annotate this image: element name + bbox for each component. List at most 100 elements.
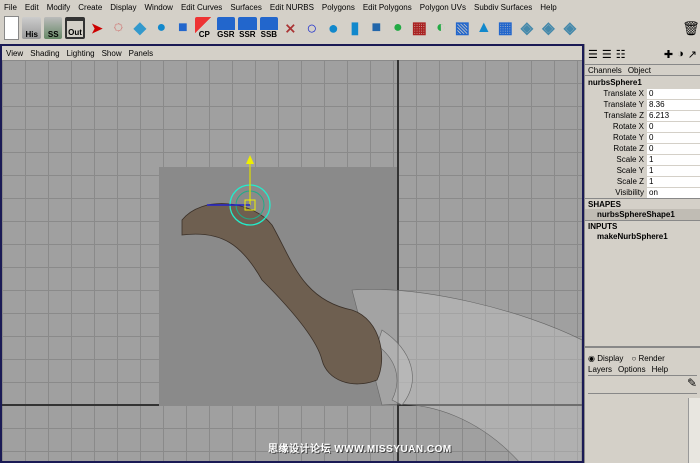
attribute-row[interactable]: Translate X0: [585, 88, 700, 99]
extrude-icon[interactable]: ▲: [475, 17, 494, 39]
curve-tool-icon[interactable]: ⨯: [281, 17, 300, 39]
viewport-menu-lighting[interactable]: Lighting: [67, 49, 95, 58]
menu-display[interactable]: Display: [110, 3, 136, 12]
subdiv-proxy-icon[interactable]: ◈: [539, 17, 558, 39]
menu-surfaces[interactable]: Surfaces: [230, 3, 262, 12]
smooth-icon[interactable]: ◈: [518, 17, 537, 39]
boolean-icon[interactable]: ●: [389, 17, 408, 39]
main-menubar: File Edit Modify Create Display Window E…: [0, 0, 700, 14]
attribute-row[interactable]: Rotate Y0: [585, 132, 700, 143]
attribute-label: Translate Y: [603, 100, 644, 109]
combine-icon[interactable]: ◐: [432, 17, 451, 39]
rotate-tool-icon[interactable]: ●: [152, 17, 171, 39]
attribute-row[interactable]: Visibility on: [585, 187, 700, 198]
perspective-viewport[interactable]: View Shading Lighting Show Panels: [0, 44, 584, 463]
attribute-list: Translate X0 Translate Y 8.36 Translate Z…: [585, 88, 700, 198]
channel-box-layout-icon[interactable]: ☰: [588, 48, 598, 61]
move-tool-icon[interactable]: ◆: [131, 17, 150, 39]
display-radio[interactable]: ◉ Display: [588, 354, 623, 363]
pick-icon[interactable]: ↗: [688, 48, 700, 61]
inputs-header: INPUTS: [585, 220, 700, 231]
menu-edit[interactable]: Edit: [25, 3, 39, 12]
shelf-ss-button[interactable]: SS: [43, 17, 63, 39]
menu-polygon-uvs[interactable]: Polygon UVs: [420, 3, 466, 12]
shelf-tab-selector[interactable]: [4, 16, 20, 40]
input-node[interactable]: makeNurbSphere1: [585, 231, 700, 242]
shading-icon[interactable]: ◑: [677, 48, 684, 60]
shelf-gsr-button[interactable]: GSR: [216, 17, 236, 39]
menu-help[interactable]: Help: [540, 3, 556, 12]
split-icon[interactable]: ▧: [453, 17, 472, 39]
attribute-label: Rotate X: [612, 122, 644, 131]
lasso-tool-icon[interactable]: ◌: [109, 17, 128, 39]
display-radio-label: Display: [597, 353, 624, 363]
sphere-icon[interactable]: ●: [324, 17, 343, 39]
cube-icon[interactable]: ■: [367, 17, 386, 39]
attribute-value[interactable]: 0: [647, 88, 700, 99]
channels-menu[interactable]: Channels: [588, 66, 622, 75]
shapes-header: SHAPES: [585, 198, 700, 209]
shape-node[interactable]: nurbsSphereShape1: [585, 209, 700, 220]
new-layer-icon[interactable]: ✎: [588, 376, 697, 394]
attribute-value[interactable]: 1: [647, 165, 700, 176]
object-name[interactable]: nurbsSphere1: [585, 76, 700, 88]
options-menu[interactable]: Options: [618, 365, 646, 374]
subdivide-icon[interactable]: ▦: [496, 17, 515, 39]
menu-edit-polygons[interactable]: Edit Polygons: [363, 3, 412, 12]
render-radio[interactable]: ○ Render: [631, 354, 664, 363]
y-axis-handle[interactable]: [246, 155, 254, 164]
uv-icon[interactable]: ▦: [410, 17, 429, 39]
attribute-value[interactable]: on: [647, 187, 700, 198]
menu-create[interactable]: Create: [78, 3, 102, 12]
layers-scrollbar[interactable]: [688, 398, 700, 463]
menu-window[interactable]: Window: [145, 3, 173, 12]
attribute-value[interactable]: 0: [647, 143, 700, 154]
watermark: 思缘设计论坛 WWW.MISSYUAN.COM: [268, 444, 452, 455]
viewport-menu-panels[interactable]: Panels: [129, 49, 153, 58]
menu-file[interactable]: File: [4, 3, 17, 12]
attribute-editor-layout-icon[interactable]: ☰: [602, 48, 612, 61]
menu-edit-nurbs[interactable]: Edit NURBS: [270, 3, 314, 12]
viewport-menu-shading[interactable]: Shading: [30, 49, 59, 58]
shelf-out-button[interactable]: Out: [65, 17, 85, 39]
shelf-ssb-button[interactable]: SSB: [259, 17, 279, 39]
attribute-value[interactable]: 1: [647, 176, 700, 187]
attribute-row[interactable]: Translate Z 6.213: [585, 110, 700, 121]
attribute-value[interactable]: 8.36: [647, 99, 700, 110]
menu-polygons[interactable]: Polygons: [322, 3, 355, 12]
attribute-label: Visibility: [615, 188, 644, 197]
object-menu[interactable]: Object: [628, 66, 651, 75]
attribute-row[interactable]: Rotate X0: [585, 121, 700, 132]
shelf-cp-button[interactable]: CP: [195, 17, 214, 39]
cylinder-icon[interactable]: ▮: [346, 17, 365, 39]
channel-layer-layout-icon[interactable]: ☷: [616, 48, 626, 61]
attribute-value[interactable]: 0: [647, 121, 700, 132]
scale-tool-icon[interactable]: ■: [174, 17, 193, 39]
attribute-value[interactable]: 1: [647, 154, 700, 165]
attribute-value[interactable]: 0: [647, 132, 700, 143]
menu-edit-curves[interactable]: Edit Curves: [181, 3, 222, 12]
shelf: His SS Out ➤ ◌ ◆ ● ■ CP GSR SSR SSB ⨯ ○ …: [0, 14, 700, 42]
viewport-menu-view[interactable]: View: [6, 49, 23, 58]
trash-icon[interactable]: 🗑: [682, 20, 700, 37]
menu-modify[interactable]: Modify: [47, 3, 71, 12]
shelf-his-button[interactable]: His: [22, 17, 41, 39]
attribute-row[interactable]: Scale Z1: [585, 176, 700, 187]
attribute-value[interactable]: 6.213: [647, 110, 700, 121]
attribute-label: Scale X: [616, 155, 644, 164]
attribute-row[interactable]: Scale X1: [585, 154, 700, 165]
attribute-row[interactable]: Rotate Z0: [585, 143, 700, 154]
shelf-ssr-button[interactable]: SSR: [238, 17, 257, 39]
attribute-row[interactable]: Translate Y 8.36: [585, 99, 700, 110]
attribute-row[interactable]: Scale Y1: [585, 165, 700, 176]
menu-subdiv-surfaces[interactable]: Subdiv Surfaces: [474, 3, 532, 12]
help-menu[interactable]: Help: [652, 365, 668, 374]
viewport-menu-show[interactable]: Show: [102, 49, 122, 58]
select-tool-icon[interactable]: ➤: [88, 17, 107, 39]
grid: [2, 60, 582, 461]
attribute-label: Scale Z: [616, 177, 644, 186]
color-icon[interactable]: ✚: [664, 48, 673, 61]
subdiv-icon[interactable]: ◈: [561, 17, 580, 39]
circle-icon[interactable]: ○: [303, 17, 322, 39]
layers-menu[interactable]: Layers: [588, 365, 612, 374]
